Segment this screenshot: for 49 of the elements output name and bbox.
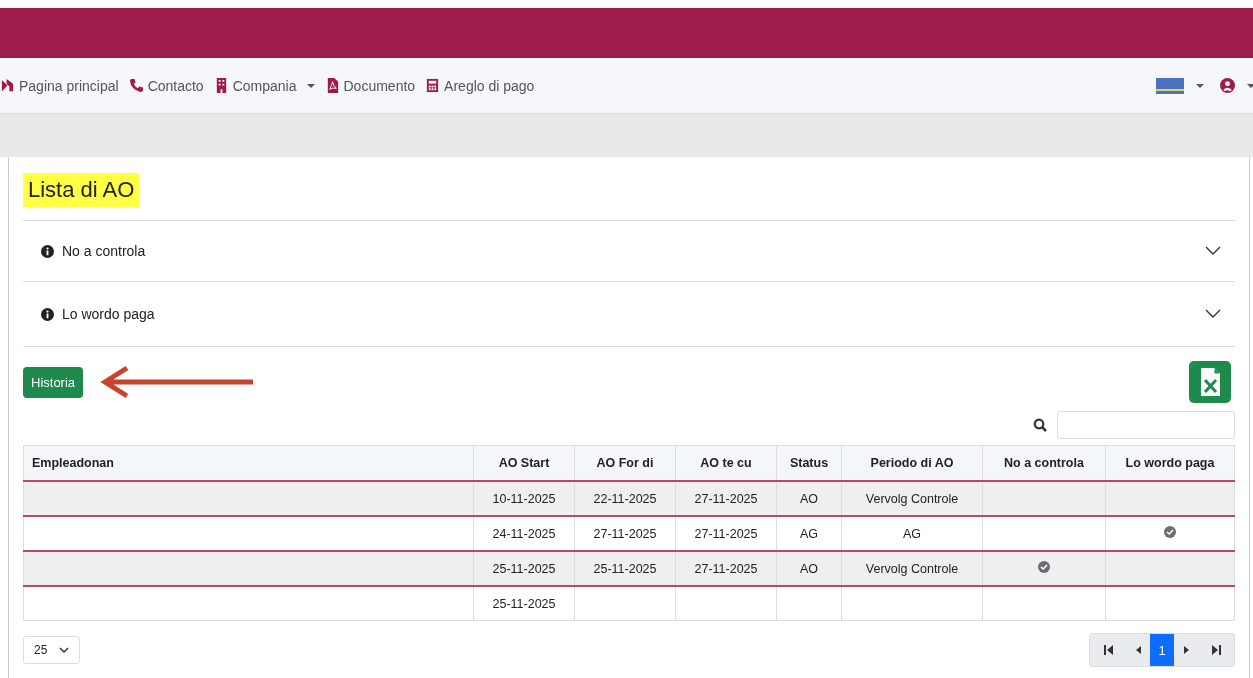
info-icon: [41, 307, 54, 321]
column-header[interactable]: Status: [776, 445, 842, 481]
table-cell: 25-11-2025: [492, 561, 556, 576]
table-cell: AG: [902, 526, 922, 541]
table-cell: Vervolg Controle: [865, 561, 959, 576]
nav-link[interactable]: Compania: [213, 77, 315, 94]
table-cell: 27-11-2025: [694, 561, 758, 576]
history-button[interactable]: Historia: [23, 366, 84, 398]
table-cell: 10-11-2025: [492, 491, 556, 506]
table-cell: 27-11-2025: [694, 526, 758, 541]
chevron-icon: [1205, 246, 1221, 256]
search-field[interactable]: [1057, 411, 1235, 439]
excel-icon[interactable]: [1189, 361, 1231, 403]
table-cell: AO: [799, 491, 819, 506]
nav-link[interactable]: Documento: [324, 77, 416, 94]
chevron-icon: [1205, 309, 1221, 319]
flag-icon[interactable]: [1156, 77, 1184, 94]
phone-icon: [128, 78, 144, 93]
table-cell: 25-11-2025: [492, 596, 556, 611]
table-cell: Vervolg Controle: [865, 491, 959, 506]
column-header[interactable]: Lo wordo paga: [1105, 445, 1235, 481]
page-title: Lista di AO: [23, 173, 140, 207]
column-header[interactable]: AO te cu: [675, 445, 777, 481]
column-header[interactable]: No a controla: [982, 445, 1106, 481]
chevron-icon: [59, 646, 70, 654]
info-icon: [41, 244, 54, 258]
page-button[interactable]: 1: [1150, 634, 1174, 666]
nav-link[interactable]: Pagina principal: [0, 77, 119, 94]
table-cell: 27-11-2025: [593, 526, 657, 541]
page-size-select[interactable]: 25: [23, 636, 81, 664]
table-cell: AG: [799, 526, 819, 541]
table-cell: 22-11-2025: [593, 491, 657, 506]
caret-icon[interactable]: [1196, 83, 1204, 88]
calculator-icon: [425, 78, 441, 93]
user-icon[interactable]: [1220, 78, 1235, 93]
search-icon: [1033, 418, 1047, 432]
table-cell: AO: [799, 561, 819, 576]
table-cell: 25-11-2025: [593, 561, 657, 576]
nav-link[interactable]: Areglo di pago: [425, 77, 535, 94]
column-header[interactable]: AO Start: [473, 445, 575, 481]
column-header[interactable]: AO For di: [574, 445, 676, 481]
accordion-header[interactable]: Lo wordo paga: [23, 282, 1235, 347]
table-cell: 27-11-2025: [694, 491, 758, 506]
table-cell: 24-11-2025: [492, 526, 556, 541]
column-header[interactable]: Periodo di AO: [841, 445, 983, 481]
column-header[interactable]: Empleadonan: [23, 445, 474, 481]
accordion-header[interactable]: No a controla: [23, 221, 1235, 282]
nav-link[interactable]: Contacto: [128, 77, 204, 94]
caret-icon[interactable]: [1247, 83, 1253, 88]
